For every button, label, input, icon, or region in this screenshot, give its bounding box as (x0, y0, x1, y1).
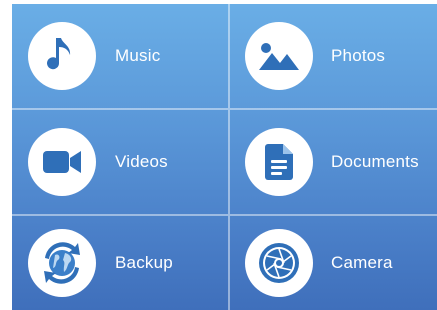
tile-backup-label: Backup (115, 253, 173, 272)
music-icon-badge (28, 22, 96, 90)
tile-music[interactable]: Music (12, 4, 228, 108)
videos-icon-badge (28, 128, 96, 196)
camera-icon-badge (245, 229, 313, 297)
backup-sync-icon (37, 238, 87, 288)
tile-music-label: Music (115, 46, 161, 65)
photos-icon (257, 40, 301, 72)
tile-documents[interactable]: Documents (228, 108, 437, 214)
video-camera-icon (42, 149, 82, 175)
tile-camera[interactable]: Camera (228, 214, 437, 310)
category-grid: Music Photos Videos Documents Backup Cam… (12, 4, 437, 310)
tile-documents-label: Documents (331, 152, 419, 171)
category-grid-panel: Music Photos Videos Documents Backup Cam… (12, 4, 437, 310)
camera-aperture-icon (257, 241, 301, 285)
music-note-icon (45, 36, 79, 76)
tile-camera-label: Camera (331, 253, 393, 272)
photos-icon-badge (245, 22, 313, 90)
document-icon (264, 143, 294, 181)
documents-icon-badge (245, 128, 313, 196)
tile-photos-label: Photos (331, 46, 386, 65)
tile-videos[interactable]: Videos (12, 108, 228, 214)
tile-videos-label: Videos (115, 152, 168, 171)
tile-photos[interactable]: Photos (228, 4, 437, 108)
backup-icon-badge (28, 229, 96, 297)
tile-backup[interactable]: Backup (12, 214, 228, 310)
